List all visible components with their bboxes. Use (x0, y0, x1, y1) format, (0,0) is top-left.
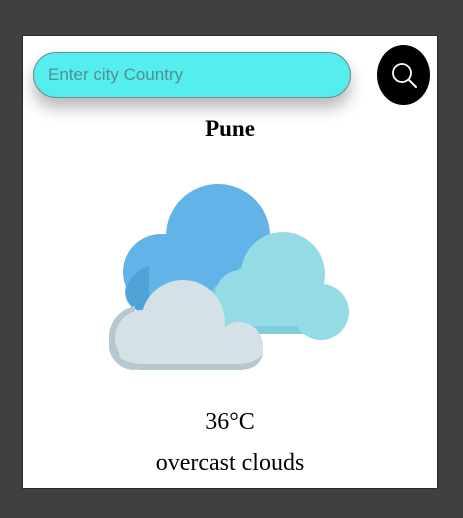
search-icon (390, 61, 418, 89)
temperature: 36°C (205, 409, 255, 435)
city-search-input[interactable] (33, 52, 351, 98)
weather-card: Pune (22, 35, 438, 489)
overcast-clouds-icon (108, 184, 353, 370)
city-name: Pune (205, 116, 255, 141)
weather-description: overcast clouds (155, 450, 305, 476)
search-button[interactable] (377, 45, 430, 105)
